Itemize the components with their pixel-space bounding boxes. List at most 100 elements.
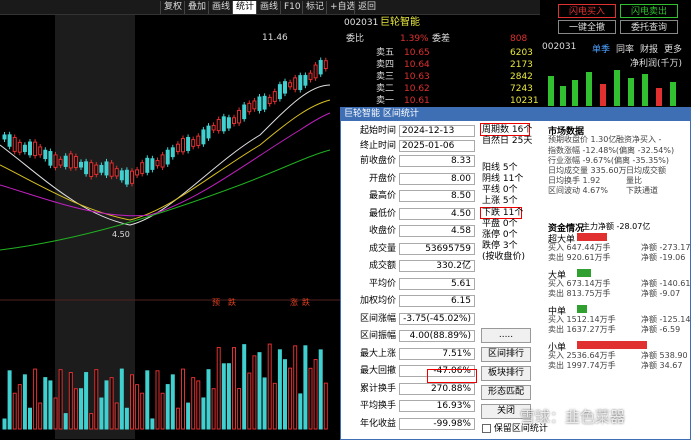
volume-bar bbox=[252, 355, 257, 430]
volume-bar bbox=[2, 418, 7, 430]
same-ratio-tab[interactable]: 同率 bbox=[616, 42, 634, 55]
volume-bar bbox=[38, 402, 43, 430]
back-button[interactable]: 返回 bbox=[354, 1, 379, 14]
candle bbox=[308, 72, 313, 80]
draw-button[interactable]: 画线 bbox=[208, 1, 233, 14]
candle bbox=[160, 154, 165, 168]
overlay-button[interactable]: 叠加 bbox=[184, 1, 209, 14]
ask-price: 10.65 bbox=[404, 48, 430, 58]
market-line: 日均成交量 335.60万 bbox=[548, 166, 627, 175]
volume-bar bbox=[206, 369, 211, 430]
more-tab[interactable]: 更多 bbox=[664, 42, 682, 55]
stat-value: -3.75(-45.02%) bbox=[399, 312, 475, 325]
stat-label: 平均价 bbox=[368, 278, 396, 289]
super-order-line: 净额 -19.06 bbox=[641, 253, 686, 262]
volume-bar bbox=[211, 388, 216, 430]
ask-volume: 2842 bbox=[510, 72, 533, 82]
end-date-label: 终止时间 bbox=[359, 141, 396, 151]
ask-row[interactable]: 卖三 10.63 2842 bbox=[340, 71, 540, 83]
candle bbox=[313, 64, 318, 79]
trade-panel: 闪电买入 闪电卖出 一键全撤 委托查询 002031 单季 同率 财报 更多 净… bbox=[540, 0, 691, 107]
pattern-match-button[interactable]: 形态匹配 bbox=[481, 385, 531, 400]
ask-row[interactable]: 卖一 10.61 10231 bbox=[340, 95, 540, 107]
volume-bar bbox=[58, 369, 63, 430]
interval-rank-button[interactable]: 区间排行 bbox=[481, 347, 531, 362]
mid-order-bar bbox=[577, 305, 587, 313]
candle bbox=[150, 158, 155, 170]
trough-price-label: 4.50 bbox=[112, 230, 130, 239]
ask-price: 10.62 bbox=[404, 84, 430, 94]
start-date-input[interactable]: 2024-12-13 bbox=[399, 125, 475, 137]
candle bbox=[252, 100, 257, 110]
candle bbox=[323, 60, 328, 70]
candle bbox=[257, 96, 262, 111]
dialog-title: 巨轮智能 区间统计 bbox=[341, 108, 691, 121]
super-order-line: 卖出 920.61万手 bbox=[548, 253, 611, 262]
candle bbox=[43, 149, 48, 160]
watermark: 雪球：韭色菜器 bbox=[520, 408, 626, 426]
flash-sell-button[interactable]: 闪电卖出 bbox=[620, 4, 678, 18]
one-click-cancel-button[interactable]: 一键全撤 bbox=[558, 20, 616, 34]
candle bbox=[201, 129, 206, 145]
market-line: 日均成交额 bbox=[626, 166, 666, 175]
stat-row: 加权均价 6.15 bbox=[341, 294, 476, 308]
count-item: 平盘 0个 bbox=[482, 219, 518, 229]
more-button[interactable]: ..... bbox=[481, 328, 531, 343]
wei-cha-label: 委差 bbox=[432, 34, 451, 44]
restore-rights-button[interactable]: 复权 bbox=[160, 1, 185, 14]
stat-label: 前收盘价 bbox=[359, 156, 396, 166]
ask-row[interactable]: 卖五 10.65 6203 bbox=[340, 47, 540, 59]
candle bbox=[2, 134, 7, 140]
mark-button[interactable]: 标记 bbox=[302, 1, 327, 14]
stat-value: 5.61 bbox=[399, 277, 475, 290]
ask-label: 卖二 bbox=[376, 84, 395, 94]
flash-buy-button[interactable]: 闪电买入 bbox=[558, 4, 616, 18]
ask-volume: 10231 bbox=[510, 96, 539, 106]
volume-bar bbox=[7, 370, 12, 430]
candle bbox=[318, 59, 323, 75]
volume-bar bbox=[104, 380, 109, 430]
interval-stats-dialog: 巨轮智能 区间统计 起始时间 2024-12-13 终止时间 2025-01-0… bbox=[340, 107, 691, 440]
candle bbox=[262, 95, 267, 110]
candle bbox=[181, 138, 185, 153]
quote-panel: 002031 巨轮智能 委比 1.39% 委差 808 卖五 10.65 6203 卖… bbox=[340, 15, 540, 107]
stat-value: -99.98% bbox=[399, 417, 475, 430]
end-date-input[interactable]: 2025-01-06 bbox=[399, 140, 475, 152]
count-item: 跌停 3个 bbox=[482, 241, 518, 251]
stat-label: 最大回撤 bbox=[359, 366, 396, 376]
candle bbox=[226, 117, 231, 129]
stat-value: 330.2亿 bbox=[399, 260, 475, 272]
small-order-line: 买入 2536.64万手 bbox=[548, 351, 616, 360]
f10-button[interactable]: F10 bbox=[280, 1, 304, 14]
ask-row[interactable]: 卖四 10.64 2173 bbox=[340, 59, 540, 71]
stat-value: 270.88% bbox=[399, 382, 475, 395]
checkbox-box[interactable] bbox=[482, 424, 491, 433]
volume-bar bbox=[28, 407, 32, 430]
order-query-button[interactable]: 委托查询 bbox=[620, 20, 678, 34]
ask-row[interactable]: 卖二 10.62 7243 bbox=[340, 83, 540, 95]
financial-tab[interactable]: 财报 bbox=[640, 42, 658, 55]
volume-bar bbox=[130, 374, 134, 430]
candle bbox=[135, 169, 140, 176]
small-order-line: 净额 34.67 bbox=[641, 361, 683, 370]
volume-bar bbox=[89, 413, 94, 430]
wei-cha-value: 808 bbox=[510, 34, 528, 44]
volume-bar bbox=[33, 368, 38, 430]
kline-chart[interactable]: 11.46 4.50 预 跌 涨 跌 bbox=[0, 15, 340, 439]
stat-label: 最高价 bbox=[368, 191, 396, 201]
sector-rank-button[interactable]: 板块排行 bbox=[481, 366, 531, 381]
marker-3: 涨 bbox=[290, 297, 298, 307]
volume-bar bbox=[303, 345, 308, 430]
ask-label: 卖五 bbox=[376, 48, 395, 58]
single-season-tab[interactable]: 单季 bbox=[592, 42, 610, 55]
stock-name: 巨轮智能 bbox=[380, 17, 420, 28]
stat-row: 年化收益 -99.98% bbox=[341, 417, 476, 431]
line-button[interactable]: 画线 bbox=[256, 1, 281, 14]
stats-button[interactable]: 统计 bbox=[232, 1, 258, 14]
stat-label: 区间涨幅 bbox=[359, 313, 396, 324]
ask-price: 10.64 bbox=[404, 60, 430, 70]
stat-row: 平均换手 16.93% bbox=[341, 399, 476, 413]
stat-label: 加权均价 bbox=[359, 296, 396, 306]
stat-row: 区间涨幅 -3.75(-45.02%) bbox=[341, 312, 476, 326]
candle bbox=[237, 109, 242, 124]
